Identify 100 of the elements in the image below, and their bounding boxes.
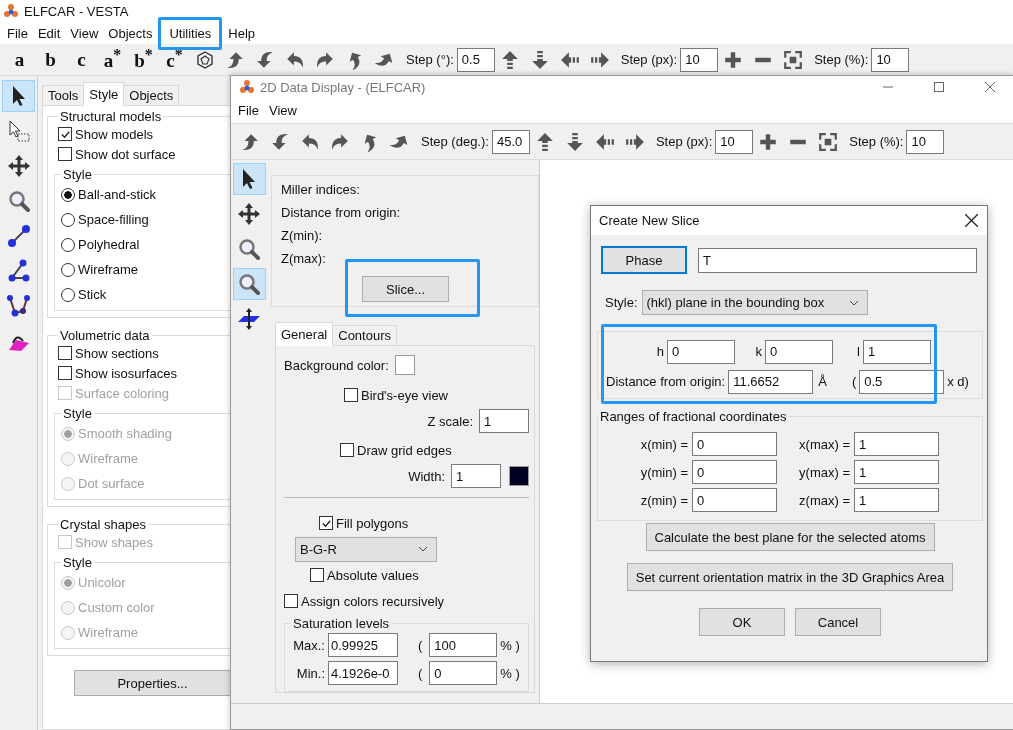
pointer-icon[interactable] xyxy=(2,80,35,112)
tab[interactable]: General xyxy=(275,322,334,346)
coordinate-field[interactable]: 0 xyxy=(692,460,777,484)
step-label: Step (px): xyxy=(620,52,678,67)
colormap-dropdown[interactable]: B-G-R xyxy=(295,536,437,562)
polyhedron-icon[interactable] xyxy=(195,49,215,70)
plus-icon[interactable] xyxy=(758,131,779,152)
step-field[interactable]: 10 xyxy=(680,47,719,72)
radio-label: Ball-and-stick xyxy=(78,187,157,202)
menu-item[interactable]: Edit xyxy=(32,23,66,43)
radio-button[interactable] xyxy=(61,287,75,302)
percent-field[interactable]: 100 xyxy=(429,633,498,657)
index-label: l xyxy=(856,344,860,359)
coordinate-field[interactable]: 0 xyxy=(692,488,777,512)
tab[interactable]: Tools xyxy=(42,85,85,105)
checkbox[interactable]: Show sections xyxy=(58,343,159,363)
axis-button[interactable]: b$^{*}$ xyxy=(128,46,159,73)
parenthesis: ( xyxy=(418,665,423,681)
coordinate-field[interactable]: 1 xyxy=(854,432,939,456)
curved-arrow-icon[interactable] xyxy=(270,131,290,152)
radio-button[interactable] xyxy=(61,237,75,252)
checkbox[interactable]: Fill polygons xyxy=(319,513,409,533)
radio-label: Wireframe xyxy=(78,451,138,466)
menu-item[interactable]: View xyxy=(65,23,104,43)
menu-item[interactable]: File xyxy=(2,23,33,43)
step-field[interactable]: 0.5 xyxy=(456,47,495,72)
percent-field[interactable]: 0 xyxy=(429,661,498,685)
saturation-field[interactable]: 4.1926e-0 xyxy=(328,661,398,685)
menu-item[interactable]: View xyxy=(263,101,302,120)
fit-frame-icon[interactable] xyxy=(783,49,804,70)
checkbox[interactable]: Draw grid edges xyxy=(340,440,452,460)
step-field[interactable]: 45.0 xyxy=(491,129,530,154)
coordinate-field[interactable]: 1 xyxy=(854,488,939,512)
fit-frame-icon[interactable] xyxy=(818,131,839,152)
ok-button[interactable]: OK xyxy=(699,608,785,636)
axis-button[interactable]: b xyxy=(35,48,66,71)
plus-icon[interactable] xyxy=(723,49,744,70)
tab[interactable]: Style xyxy=(83,82,125,106)
unit-label: % ) xyxy=(500,665,520,681)
group-title: Style xyxy=(62,167,93,182)
properties-button[interactable]: Properties... xyxy=(74,670,231,696)
axis-button[interactable]: c xyxy=(66,48,97,71)
step-field[interactable]: 10 xyxy=(871,47,910,72)
color-swatch[interactable] xyxy=(509,466,529,486)
unit-label: % ) xyxy=(500,637,520,653)
checkbox[interactable]: Show models xyxy=(58,124,154,144)
unit-label: x d) xyxy=(947,374,969,389)
checkbox[interactable]: Assign colors recursively xyxy=(284,591,445,611)
radio-label: Dot surface xyxy=(78,476,145,491)
curved-arrow-icon[interactable] xyxy=(255,49,275,70)
caret-icon xyxy=(848,299,859,306)
index-field[interactable]: 1 xyxy=(863,339,931,364)
phase-button[interactable]: Phase xyxy=(601,246,687,274)
step-label: Step (%): xyxy=(814,52,869,67)
index-label: h xyxy=(655,344,664,359)
color-swatch[interactable] xyxy=(394,355,415,375)
distance-field[interactable]: 11.6652 xyxy=(728,369,814,394)
radio-label: Wireframe xyxy=(78,625,138,640)
index-field[interactable]: 0 xyxy=(667,339,735,364)
radio-button[interactable] xyxy=(61,212,75,227)
z-scale-field[interactable]: 1 xyxy=(479,409,529,433)
checkbox[interactable]: Show dot surface xyxy=(58,144,176,164)
width-field[interactable]: 1 xyxy=(451,464,501,488)
coordinate-field[interactable]: 1 xyxy=(854,460,939,484)
maximize-icon[interactable] xyxy=(934,82,944,92)
checkbox[interactable]: Absolute values xyxy=(310,565,419,585)
close-icon[interactable] xyxy=(965,214,978,227)
radio-label: Unicolor xyxy=(78,575,126,590)
tab[interactable]: Objects xyxy=(123,85,180,105)
action-button[interactable]: Set current orientation matrix in the 3D Graphics Area xyxy=(626,563,954,591)
menu-item[interactable]: Utilities xyxy=(158,16,223,50)
style-dropdown[interactable]: (hkl) plane in the bounding box xyxy=(641,290,868,315)
radio-label: Custom color xyxy=(78,600,155,615)
menu-item[interactable]: File xyxy=(233,101,264,120)
axis-button[interactable]: a$^{*}$ xyxy=(97,46,128,73)
radio-button[interactable] xyxy=(61,187,75,202)
coordinate-field[interactable]: 0 xyxy=(692,432,777,456)
coordinate-label: z(min) = xyxy=(639,492,688,508)
radio-label: Stick xyxy=(78,287,107,302)
checkbox[interactable]: Show isosurfaces xyxy=(58,363,177,383)
phase-field[interactable]: T xyxy=(698,247,977,273)
saturation-field[interactable]: 0.99925 xyxy=(328,633,398,657)
group-title: Saturation levels xyxy=(292,616,391,631)
checkbox[interactable]: Bird's-eye view xyxy=(344,385,448,405)
menu-item[interactable]: Objects xyxy=(103,23,158,43)
axis-button[interactable]: a xyxy=(4,48,35,71)
factor-field[interactable]: 0.5 xyxy=(859,369,945,394)
slice-button[interactable]: Slice... xyxy=(362,276,449,302)
radio-button[interactable] xyxy=(61,262,75,277)
step-label: Step (%): xyxy=(849,134,904,149)
action-button[interactable]: Calculate the best plane for the selected atoms xyxy=(645,523,935,551)
magnifier-icon[interactable] xyxy=(232,268,266,300)
tab[interactable]: Contours xyxy=(332,325,397,345)
pointer-icon[interactable] xyxy=(232,163,266,195)
step-field[interactable]: 10 xyxy=(906,129,945,154)
cancel-button[interactable]: Cancel xyxy=(795,608,881,636)
index-field[interactable]: 0 xyxy=(765,339,833,364)
menu-item[interactable]: Help xyxy=(223,23,261,43)
step-field[interactable]: 10 xyxy=(715,129,754,154)
window-title: 2D Data Display - (ELFCAR) xyxy=(260,79,426,95)
